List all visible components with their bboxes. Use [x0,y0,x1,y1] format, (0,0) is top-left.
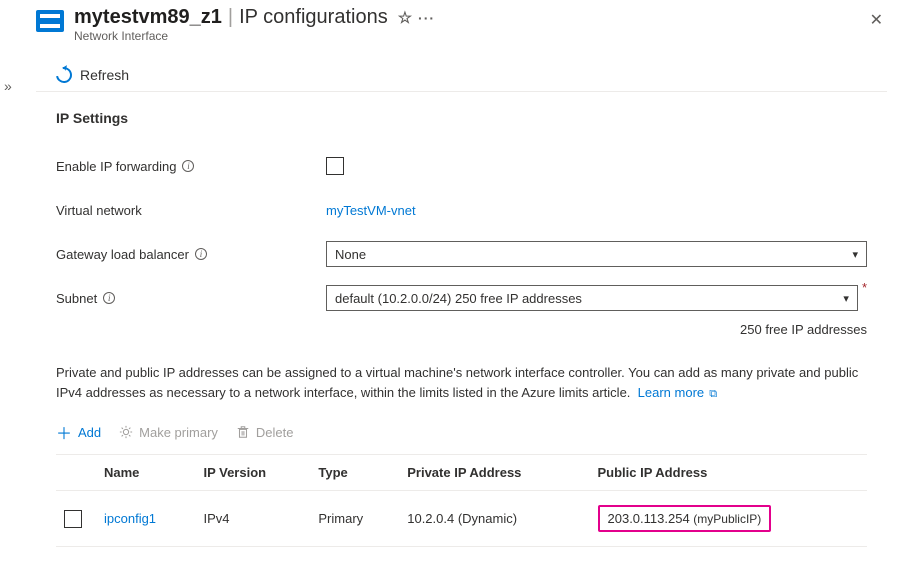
network-interface-icon [36,10,64,32]
chevron-down-icon: ▾ [852,248,858,261]
private-ip-cell: 10.2.0.4 (Dynamic) [399,491,589,547]
vnet-link[interactable]: myTestVM-vnet [326,203,416,218]
info-icon[interactable]: i [103,292,115,304]
type-cell: Primary [310,491,399,547]
public-ip-value: 203.0.113.254 [608,511,690,526]
learn-more-link[interactable]: Learn more ⧉ [638,385,717,400]
table-row[interactable]: ipconfig1 IPv4 Primary 10.2.0.4 (Dynamic… [56,491,867,547]
external-link-icon: ⧉ [706,388,717,400]
delete-label: Delete [256,425,294,440]
delete-button: Delete [236,425,294,440]
add-label: Add [78,425,101,440]
page-title: IP configurations [239,6,388,29]
expand-chevron-icon[interactable]: » [4,78,12,94]
ip-forwarding-label: Enable IP forwarding [56,159,176,174]
section-title: IP Settings [56,110,867,126]
ip-version-cell: IPv4 [195,491,310,547]
subnet-label: Subnet [56,291,97,306]
make-primary-button: Make primary [119,425,218,440]
glb-label: Gateway load balancer [56,247,189,262]
description-body: Private and public IP addresses can be a… [56,365,858,400]
ip-forwarding-checkbox[interactable] [326,157,344,175]
refresh-button[interactable]: Refresh [80,67,129,83]
subnet-value: default (10.2.0.0/24) 250 free IP addres… [335,291,582,306]
title-separator: | [228,6,233,29]
refresh-icon[interactable] [53,64,75,86]
ip-config-table: Name IP Version Type Private IP Address … [56,454,867,547]
resource-name: mytestvm89_z1 [74,6,222,29]
favorite-star-icon[interactable]: ☆ [398,8,412,28]
public-ip-highlight: 203.0.113.254 (myPublicIP) [598,505,772,532]
chevron-down-icon: ▾ [843,292,849,305]
glb-select[interactable]: None ▾ [326,241,867,267]
add-button[interactable]: ＋ Add [56,420,101,444]
glb-value: None [335,247,366,262]
close-icon[interactable]: ✕ [866,6,887,34]
col-public-ip[interactable]: Public IP Address [590,455,868,491]
col-type[interactable]: Type [310,455,399,491]
more-actions-icon[interactable]: ··· [418,10,435,26]
subnet-hint: 250 free IP addresses [56,322,867,337]
col-select [56,455,96,491]
public-ip-name: (myPublicIP) [693,512,761,526]
toolbar-separator [36,91,887,92]
ipconfig-name-link[interactable]: ipconfig1 [104,511,156,526]
info-icon[interactable]: i [182,160,194,172]
plus-icon: ＋ [56,420,72,444]
make-primary-label: Make primary [139,425,218,440]
info-icon[interactable]: i [195,248,207,260]
resource-type-subtitle: Network Interface [74,29,856,43]
blade-header: mytestvm89_z1 | IP configurations ☆ ··· … [36,6,887,43]
subnet-select[interactable]: default (10.2.0.0/24) 250 free IP addres… [326,285,858,311]
col-name[interactable]: Name [96,455,195,491]
gear-icon [119,425,133,439]
trash-icon [236,425,250,439]
required-indicator: * [862,280,867,295]
col-ip-version[interactable]: IP Version [195,455,310,491]
vnet-label: Virtual network [56,203,142,218]
row-checkbox[interactable] [64,510,82,528]
description-text: Private and public IP addresses can be a… [56,363,867,402]
col-private-ip[interactable]: Private IP Address [399,455,589,491]
